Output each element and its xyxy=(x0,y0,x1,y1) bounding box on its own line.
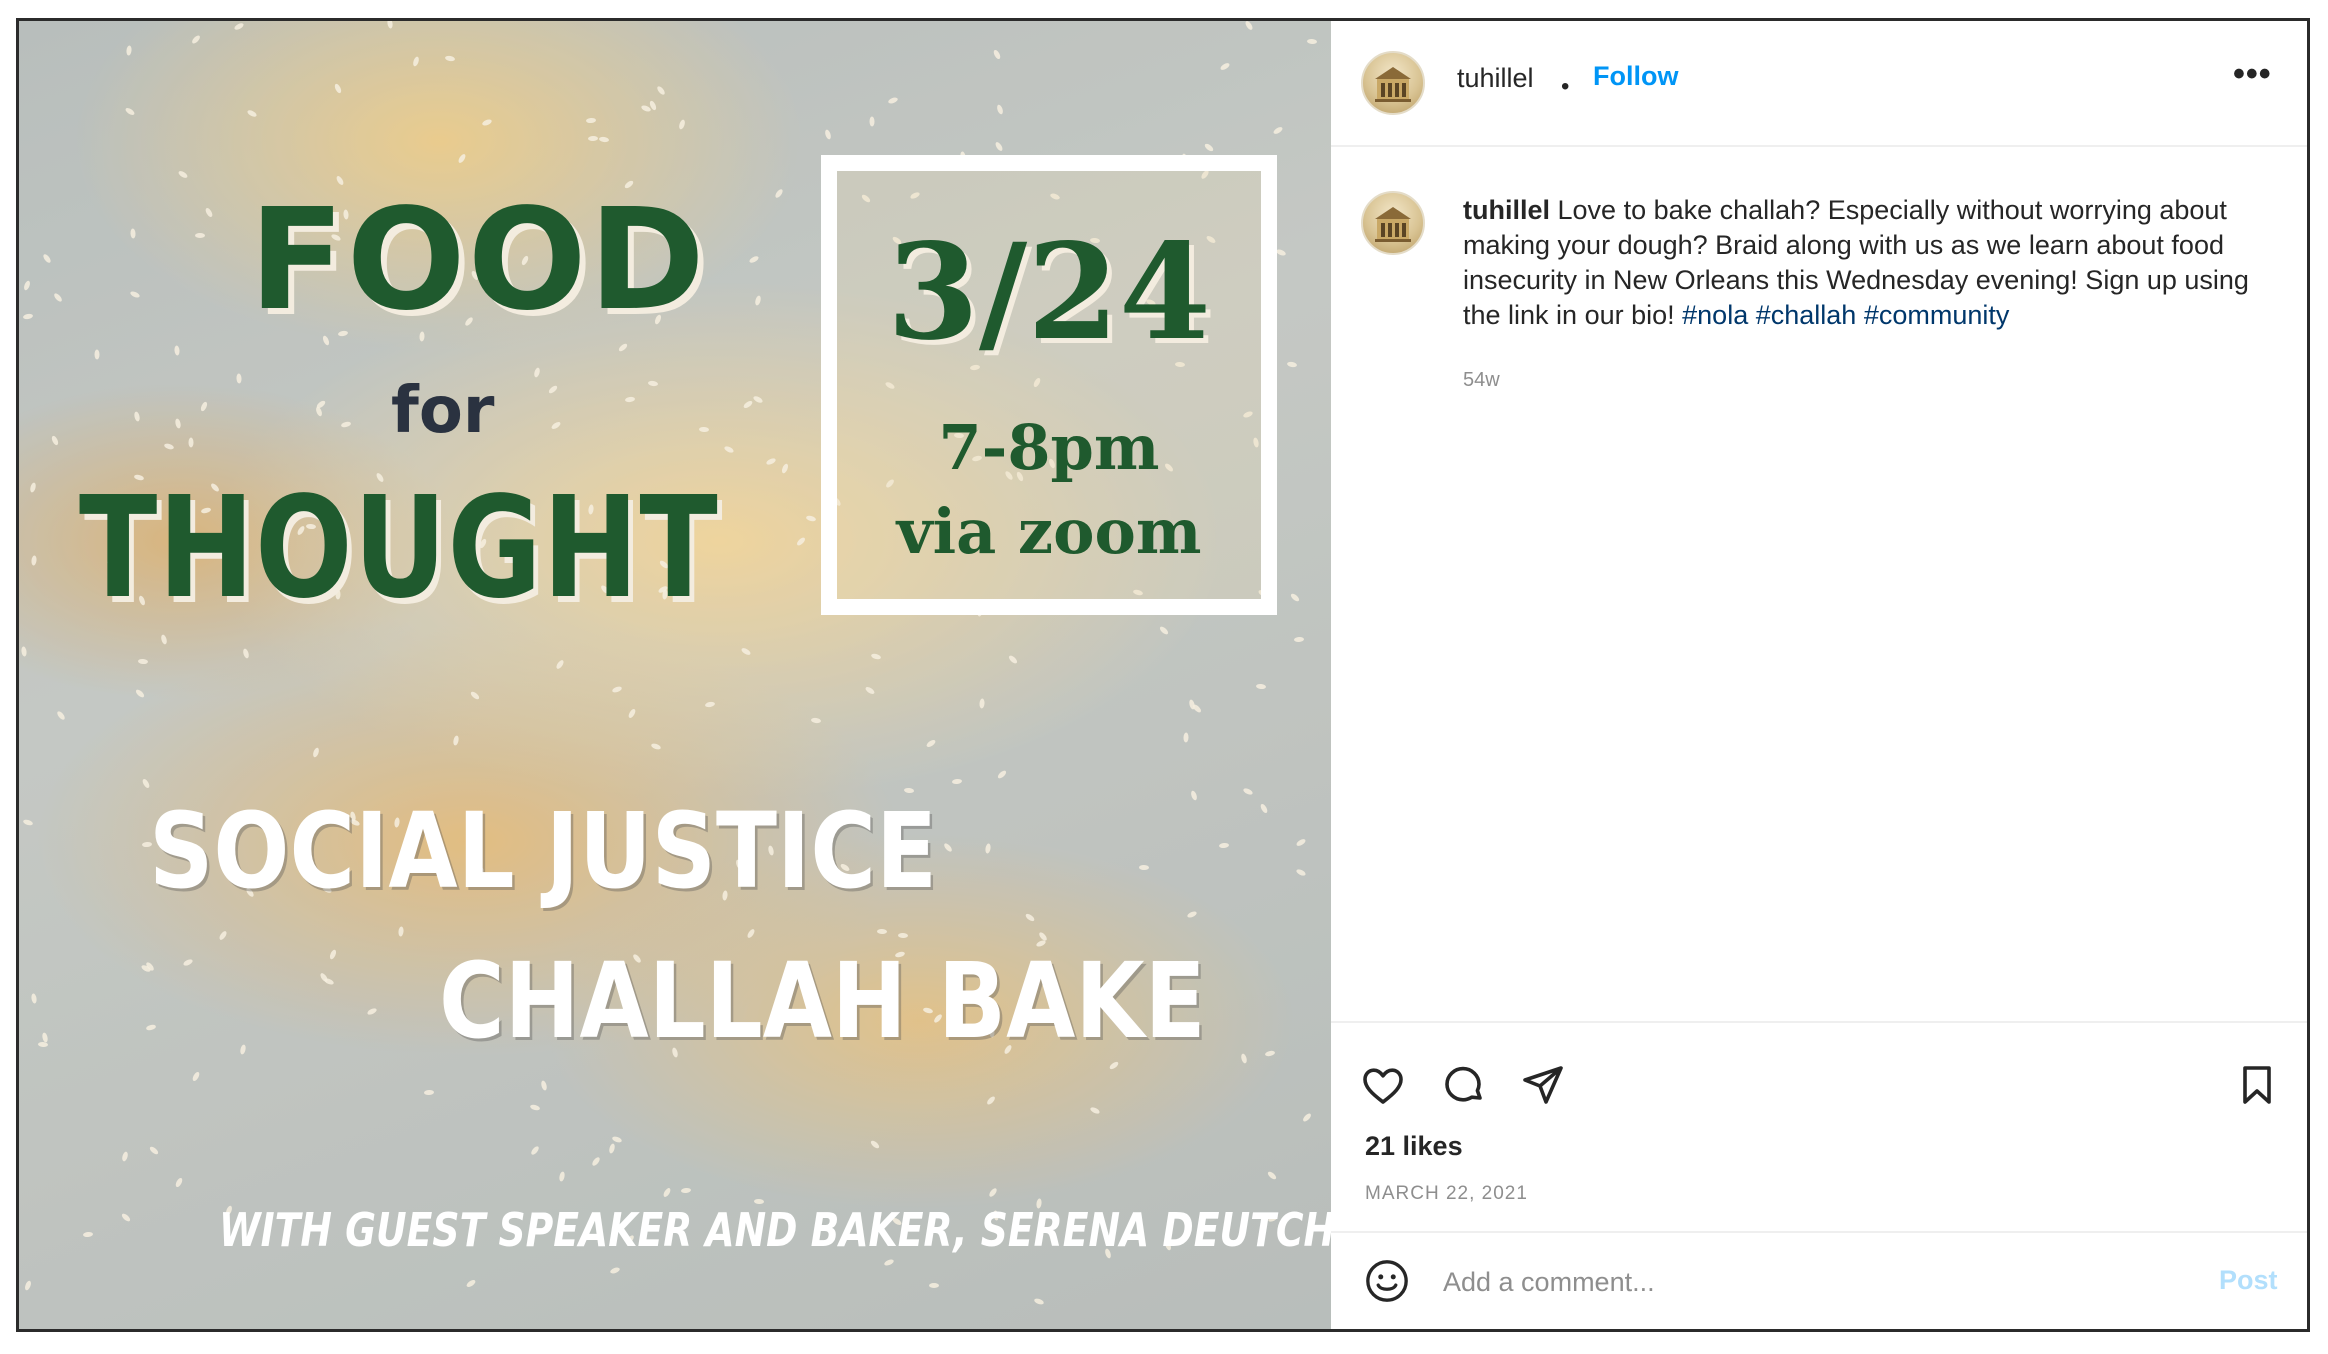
sesame-seed xyxy=(188,437,194,448)
event-date: 3/24 xyxy=(887,215,1211,370)
event-date-box: 3/24 7-8pm via zoom xyxy=(821,155,1277,615)
header-username[interactable]: tuhillel xyxy=(1457,63,1534,94)
sesame-seed xyxy=(1138,864,1150,871)
post-date[interactable]: MARCH 22, 2021 xyxy=(1365,1183,1528,1205)
bookmark-icon[interactable] xyxy=(2231,1059,2283,1111)
hashtag-nola[interactable]: #nola xyxy=(1682,300,1748,330)
post-caption: tuhillel Love to bake challah? Especiall… xyxy=(1463,193,2263,333)
image-title-food: FOOD xyxy=(249,179,707,342)
sesame-seed xyxy=(698,426,710,433)
caption-username[interactable]: tuhillel xyxy=(1463,195,1550,225)
emoji-icon[interactable] xyxy=(1361,1255,1413,1307)
caption-age[interactable]: 54w xyxy=(1463,369,1500,392)
event-time: 7-8pm xyxy=(938,411,1160,484)
event-title-line2: CHALLAH BAKE xyxy=(439,940,1206,1062)
image-title-for: for xyxy=(391,374,495,448)
sesame-seed xyxy=(94,349,100,360)
post-comment-button[interactable]: Post xyxy=(2219,1265,2278,1296)
image-title-thought: THOUGHT xyxy=(79,467,719,630)
hashtag-community[interactable]: #community xyxy=(1864,300,2010,330)
caption-text: Love to bake challah? Especially without… xyxy=(1463,195,2249,330)
likes-count[interactable]: 21 likes xyxy=(1365,1131,1463,1162)
hashtag-challah[interactable]: #challah xyxy=(1756,300,1857,330)
follow-button[interactable]: Follow xyxy=(1593,61,1678,92)
comment-icon[interactable] xyxy=(1437,1059,1489,1111)
sesame-seed xyxy=(869,116,875,127)
building-logo-icon xyxy=(1375,67,1411,102)
sesame-seed xyxy=(929,1283,939,1288)
share-icon[interactable] xyxy=(1517,1059,1569,1111)
sesame-seed xyxy=(130,228,136,239)
sesame-seed xyxy=(236,373,242,384)
sesame-seed xyxy=(195,233,205,238)
sesame-seed xyxy=(897,932,909,939)
sesame-seed xyxy=(876,928,888,935)
comment-input[interactable] xyxy=(1441,1259,2165,1305)
more-options-icon[interactable]: ••• xyxy=(2233,55,2272,94)
event-platform: via zoom xyxy=(896,495,1202,568)
building-logo-icon xyxy=(1375,207,1411,242)
post-image[interactable]: FOOD for THOUGHT 3/24 7-8pm via zoom SOC… xyxy=(19,21,1331,1329)
header-separator: • xyxy=(1561,73,1570,100)
actions-divider xyxy=(1331,1021,2307,1023)
post-details-panel: tuhillel • Follow ••• tuhillel Love to b… xyxy=(1331,21,2307,1329)
event-title-line1: SOCIAL JUSTICE xyxy=(149,790,938,912)
sesame-seed xyxy=(1306,38,1318,45)
guest-speaker-line: WITH GUEST SPEAKER AND BAKER, SERENA DEU… xyxy=(219,1203,1331,1257)
post-header: tuhillel • Follow ••• xyxy=(1331,21,2307,147)
sesame-seed xyxy=(37,1041,49,1048)
comment-bar: Post xyxy=(1331,1231,2307,1329)
post-frame: FOOD for THOUGHT 3/24 7-8pm via zoom SOC… xyxy=(16,18,2310,1332)
heart-icon[interactable] xyxy=(1357,1059,1409,1111)
profile-avatar[interactable] xyxy=(1361,51,1425,115)
caption-avatar[interactable] xyxy=(1361,191,1425,255)
